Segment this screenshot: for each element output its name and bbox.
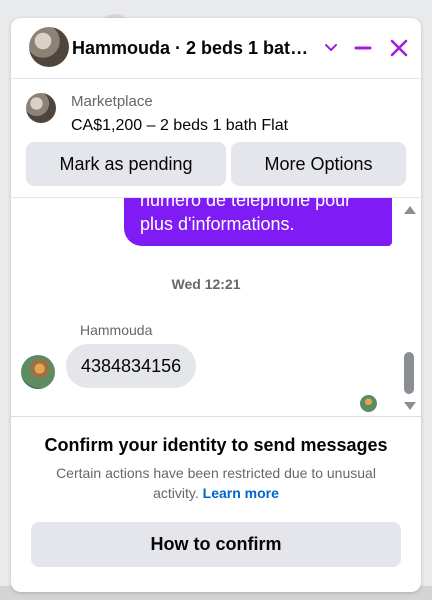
chat-title[interactable]: Hammouda · 2 beds 1 bath Flat [72, 38, 312, 59]
mark-as-pending-button[interactable]: Mark as pending [26, 142, 226, 186]
close-icon[interactable] [387, 36, 411, 60]
outgoing-message[interactable]: numéro de téléphone pour plus d'informat… [124, 198, 392, 246]
restriction-panel: Confirm your identity to send messages C… [11, 416, 421, 592]
message-timestamp: Wed 12:21 [171, 276, 241, 292]
more-options-button[interactable]: More Options [231, 142, 406, 186]
scroll-up-arrow-icon[interactable] [404, 206, 416, 214]
message-scrollbar[interactable] [399, 198, 421, 416]
marketplace-label: Marketplace [71, 93, 153, 110]
learn-more-link[interactable]: Learn more [203, 485, 279, 501]
scroll-thumb[interactable] [404, 352, 414, 394]
chevron-down-icon[interactable] [319, 36, 343, 60]
listing-avatar[interactable] [29, 27, 69, 67]
restriction-text: Certain actions have been restricted due… [41, 463, 391, 503]
minimize-icon[interactable] [351, 36, 375, 60]
chat-window: Hammouda · 2 beds 1 bath Flat Marketplac… [11, 18, 421, 592]
how-to-confirm-button[interactable]: How to confirm [31, 522, 401, 567]
sender-name: Hammouda [80, 322, 153, 338]
incoming-message[interactable]: 4384834156 [66, 344, 197, 388]
restriction-title: Confirm your identity to send messages [44, 435, 388, 455]
scroll-down-arrow-icon[interactable] [404, 402, 416, 410]
listing-thumbnail[interactable] [26, 93, 56, 123]
listing-panel: Marketplace CA$1,200 – 2 beds 1 bath Fla… [11, 79, 421, 198]
message-list[interactable]: numéro de téléphone pour plus d'informat… [11, 198, 421, 416]
seen-indicator-avatar [360, 395, 377, 412]
chat-header: Hammouda · 2 beds 1 bath Flat [11, 18, 421, 79]
listing-price[interactable]: CA$1,200 – 2 beds 1 bath Flat [71, 117, 288, 135]
sender-avatar[interactable] [21, 355, 55, 389]
